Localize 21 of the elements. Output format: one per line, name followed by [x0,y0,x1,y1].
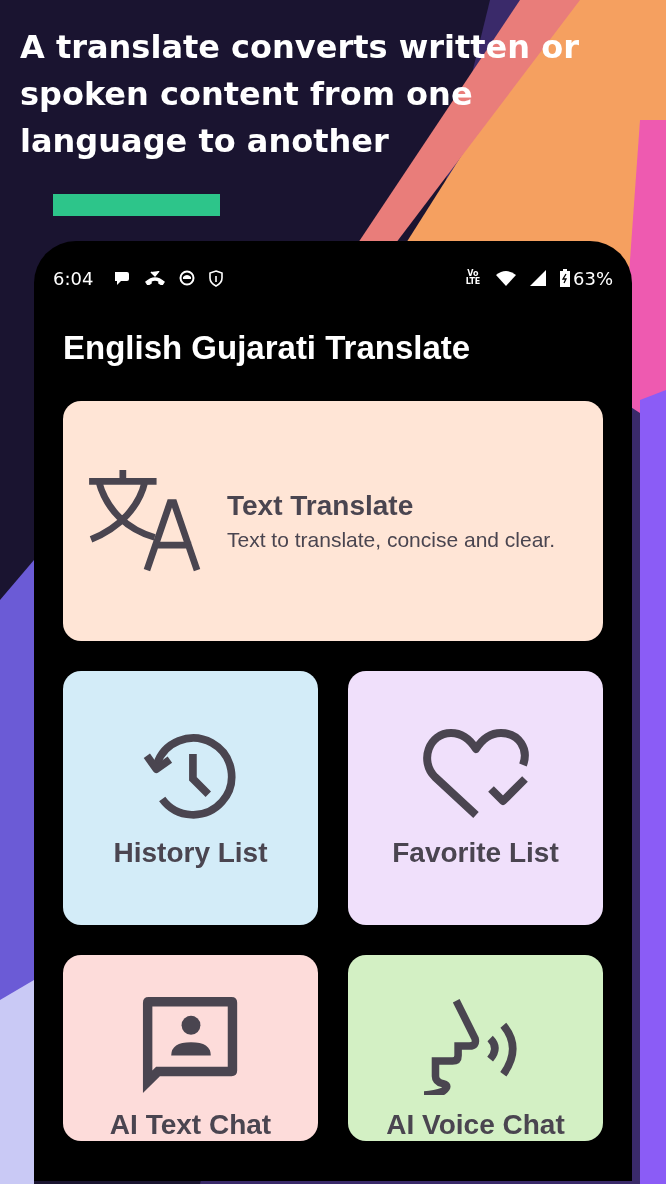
card-title: AI Text Chat [109,1109,272,1141]
signal-icon [530,270,546,286]
wifi-icon [496,270,516,286]
status-time: 6:04 [53,267,94,289]
battery-icon [560,269,570,287]
card-title: AI Voice Chat [386,1109,565,1141]
missed-call-icon [145,271,166,285]
chat-icon [113,270,132,286]
feature-card[interactable]: Text Translate Text to translate, concise and clear. [63,401,603,641]
card-description: Text to translate, concise and clear. [227,528,555,552]
feature-card[interactable]: AI Text Chat [63,955,318,1141]
card-title: Text Translate [227,490,415,522]
feature-card[interactable]: Favorite List [348,671,603,925]
feature-card[interactable]: History List [63,671,318,925]
feature-card[interactable]: AI Voice Chat [348,955,603,1141]
network-label: Vo LTE [464,270,482,286]
app-title: English Gujarati Translate [63,329,472,367]
battery-percent: 63% [573,267,613,289]
card-title: Favorite List [392,837,559,869]
card-title: History List [113,837,268,869]
translate-icon [87,468,203,574]
